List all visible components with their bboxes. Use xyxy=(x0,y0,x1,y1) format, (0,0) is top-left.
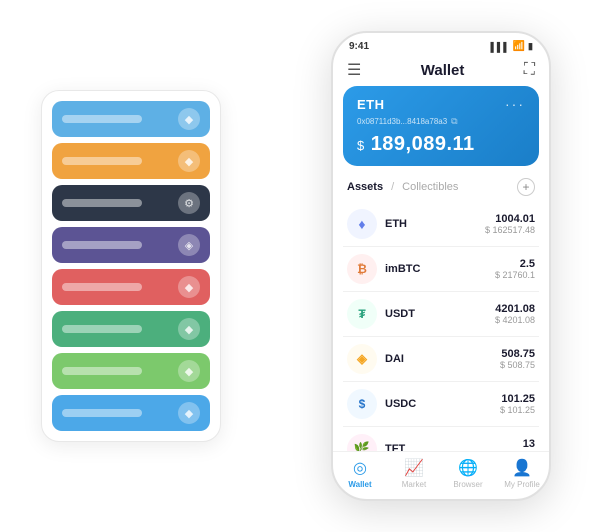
asset-item-usdt[interactable]: ₮ USDT 4201.08 $ 4201.08 xyxy=(343,292,539,337)
market-nav-icon: 📈 xyxy=(404,458,424,478)
phone-mockup: 9:41 ▌▌▌ 📶 ▮ ☰ Wallet ⛶ ETH ··· 0x08711d… xyxy=(331,31,551,501)
wallet-nav-icon: ◎ xyxy=(353,458,367,478)
stack-card-7[interactable]: ◆ xyxy=(52,353,210,389)
stack-card-3[interactable]: ⚙ xyxy=(52,185,210,221)
card-icon-8: ◆ xyxy=(178,402,200,424)
usdc-icon: $ xyxy=(347,389,377,419)
usdt-name: USDT xyxy=(385,308,495,320)
eth-card-header: ETH ··· xyxy=(357,96,525,112)
stack-card-8[interactable]: ◆ xyxy=(52,395,210,431)
card-icon-4: ◈ xyxy=(178,234,200,256)
menu-icon[interactable]: ☰ xyxy=(347,60,361,80)
market-nav-label: Market xyxy=(402,480,426,489)
eth-card-menu[interactable]: ··· xyxy=(505,96,525,112)
expand-icon[interactable]: ⛶ xyxy=(524,61,535,79)
usdc-usd: $ 101.25 xyxy=(500,405,535,415)
nav-browser[interactable]: 🌐 Browser xyxy=(441,458,495,489)
tft-amount: 13 xyxy=(523,438,535,450)
imbtc-usd: $ 21760.1 xyxy=(495,270,535,280)
dai-icon: ◈ xyxy=(347,344,377,374)
card-icon-3: ⚙ xyxy=(178,192,200,214)
stack-card-4[interactable]: ◈ xyxy=(52,227,210,263)
card-text-1 xyxy=(62,115,142,123)
usdc-name: USDC xyxy=(385,398,500,410)
tft-values: 13 0 xyxy=(523,438,535,451)
scene: ◆ ◆ ⚙ ◈ ◆ ◆ ◆ ◆ xyxy=(21,16,581,516)
bottom-nav: ◎ Wallet 📈 Market 🌐 Browser 👤 My Profile xyxy=(333,451,549,499)
card-text-4 xyxy=(62,241,142,249)
profile-nav-icon: 👤 xyxy=(512,458,532,478)
time-display: 9:41 xyxy=(349,41,369,52)
card-text-7 xyxy=(62,367,142,375)
card-text-6 xyxy=(62,325,142,333)
usdt-values: 4201.08 $ 4201.08 xyxy=(495,303,535,325)
wallet-nav-label: Wallet xyxy=(348,480,371,489)
asset-item-dai[interactable]: ◈ DAI 508.75 $ 508.75 xyxy=(343,337,539,382)
card-icon-1: ◆ xyxy=(178,108,200,130)
card-icon-2: ◆ xyxy=(178,150,200,172)
browser-nav-label: Browser xyxy=(453,480,482,489)
tft-name: TFT xyxy=(385,443,523,451)
battery-icon: ▮ xyxy=(528,41,533,52)
signal-icon: ▌▌▌ xyxy=(490,42,509,52)
card-stack: ◆ ◆ ⚙ ◈ ◆ ◆ ◆ ◆ xyxy=(41,90,221,442)
usdt-usd: $ 4201.08 xyxy=(495,315,535,325)
asset-item-eth[interactable]: ♦ ETH 1004.01 $ 162517.48 xyxy=(343,202,539,247)
card-text-2 xyxy=(62,157,142,165)
usdc-values: 101.25 $ 101.25 xyxy=(500,393,535,415)
tft-icon: 🌿 xyxy=(347,434,377,451)
browser-nav-icon: 🌐 xyxy=(458,458,478,478)
dai-amount: 508.75 xyxy=(500,348,535,360)
imbtc-values: 2.5 $ 21760.1 xyxy=(495,258,535,280)
wifi-icon: 📶 xyxy=(513,41,525,52)
copy-address-icon[interactable]: ⧉ xyxy=(451,116,457,127)
card-icon-5: ◆ xyxy=(178,276,200,298)
imbtc-name: imBTC xyxy=(385,263,495,275)
card-text-8 xyxy=(62,409,142,417)
usdt-amount: 4201.08 xyxy=(495,303,535,315)
stack-card-2[interactable]: ◆ xyxy=(52,143,210,179)
profile-nav-label: My Profile xyxy=(504,480,540,489)
imbtc-amount: 2.5 xyxy=(495,258,535,270)
dai-values: 508.75 $ 508.75 xyxy=(500,348,535,370)
card-text-3 xyxy=(62,199,142,207)
eth-name: ETH xyxy=(385,218,485,230)
tab-collectibles[interactable]: Collectibles xyxy=(402,181,458,193)
stack-card-5[interactable]: ◆ xyxy=(52,269,210,305)
tab-divider: / xyxy=(391,181,394,193)
eth-usd: $ 162517.48 xyxy=(485,225,535,235)
stack-card-1[interactable]: ◆ xyxy=(52,101,210,137)
add-asset-button[interactable]: + xyxy=(517,178,535,196)
eth-icon: ♦ xyxy=(347,209,377,239)
card-text-5 xyxy=(62,283,142,291)
status-icons: ▌▌▌ 📶 ▮ xyxy=(490,41,533,52)
eth-card-label: ETH xyxy=(357,97,385,112)
card-icon-7: ◆ xyxy=(178,360,200,382)
page-title: Wallet xyxy=(421,62,465,79)
nav-market[interactable]: 📈 Market xyxy=(387,458,441,489)
dai-name: DAI xyxy=(385,353,500,365)
eth-amount: 1004.01 xyxy=(485,213,535,225)
assets-tabs-bar: Assets / Collectibles + xyxy=(333,174,549,202)
imbtc-icon: ₿ xyxy=(347,254,377,284)
status-bar: 9:41 ▌▌▌ 📶 ▮ xyxy=(333,33,549,56)
dai-usd: $ 508.75 xyxy=(500,360,535,370)
eth-balance: $ 189,089.11 xyxy=(357,133,525,156)
asset-list: ♦ ETH 1004.01 $ 162517.48 ₿ imBTC 2.5 $ … xyxy=(333,202,549,451)
eth-address: 0x08711d3b...8418a78a3 ⧉ xyxy=(357,116,525,127)
usdt-icon: ₮ xyxy=(347,299,377,329)
tab-group: Assets / Collectibles xyxy=(347,181,458,193)
stack-card-6[interactable]: ◆ xyxy=(52,311,210,347)
nav-wallet[interactable]: ◎ Wallet xyxy=(333,458,387,489)
nav-bar: ☰ Wallet ⛶ xyxy=(333,56,549,86)
asset-item-usdc[interactable]: $ USDC 101.25 $ 101.25 xyxy=(343,382,539,427)
card-icon-6: ◆ xyxy=(178,318,200,340)
eth-values: 1004.01 $ 162517.48 xyxy=(485,213,535,235)
eth-card[interactable]: ETH ··· 0x08711d3b...8418a78a3 ⧉ $ 189,0… xyxy=(343,86,539,166)
nav-profile[interactable]: 👤 My Profile xyxy=(495,458,549,489)
usdc-amount: 101.25 xyxy=(500,393,535,405)
asset-item-tft[interactable]: 🌿 TFT 13 0 xyxy=(343,427,539,451)
tab-assets[interactable]: Assets xyxy=(347,181,383,193)
asset-item-imbtc[interactable]: ₿ imBTC 2.5 $ 21760.1 xyxy=(343,247,539,292)
